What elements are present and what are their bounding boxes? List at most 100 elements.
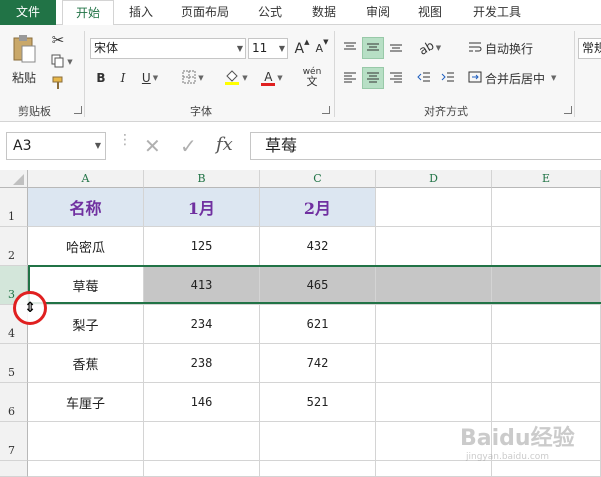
- cell-c1[interactable]: 2月: [260, 188, 376, 227]
- font-dialog-launcher[interactable]: [322, 106, 330, 114]
- cell-b6[interactable]: 146: [144, 383, 260, 422]
- row-header-8[interactable]: [0, 461, 28, 477]
- column-header-b[interactable]: B: [144, 170, 260, 188]
- align-bottom-button[interactable]: [386, 37, 406, 59]
- cell-e5[interactable]: [492, 344, 601, 383]
- borders-button[interactable]: ▼: [178, 68, 208, 88]
- cancel-icon[interactable]: ✕: [144, 134, 161, 158]
- align-middle-icon: [366, 41, 380, 56]
- tab-formulas[interactable]: 公式: [250, 0, 290, 25]
- phonetic-guide-button[interactable]: wén 文: [298, 65, 326, 89]
- tab-review[interactable]: 审阅: [358, 0, 398, 25]
- format-painter-button[interactable]: [48, 75, 68, 93]
- formula-input[interactable]: 草莓: [250, 132, 601, 160]
- ribbon-home: 粘贴 ✂ ▼ 剪贴板 宋体 ▼ 11 ▼ A ▲ A ▼ B I U ▼ ▼ ▼ A ▼…: [0, 25, 601, 122]
- paste-button[interactable]: 粘贴: [8, 31, 40, 89]
- column-header-d[interactable]: D: [376, 170, 492, 188]
- bold-button[interactable]: B: [92, 68, 110, 88]
- watermark: Baidu经验 jingyan.baidu.com: [460, 420, 575, 462]
- tab-page-layout[interactable]: 页面布局: [172, 0, 238, 25]
- align-right-button[interactable]: [386, 67, 406, 89]
- alignment-dialog-launcher[interactable]: [564, 106, 572, 114]
- tab-view[interactable]: 视图: [410, 0, 450, 25]
- cell-b5[interactable]: 238: [144, 344, 260, 383]
- cell-b4[interactable]: 234: [144, 305, 260, 344]
- cell-a3[interactable]: 草莓: [28, 266, 144, 305]
- decrease-font-size-button[interactable]: A ▼: [314, 38, 330, 59]
- font-family-select[interactable]: 宋体 ▼: [90, 38, 246, 59]
- cell-c6[interactable]: 521: [260, 383, 376, 422]
- cell-a2[interactable]: 哈密瓜: [28, 227, 144, 266]
- cell-b8[interactable]: [144, 461, 260, 477]
- copy-button[interactable]: ▼: [48, 53, 76, 71]
- cell-d6[interactable]: [376, 383, 492, 422]
- cell-e8[interactable]: [492, 461, 601, 477]
- chevron-down-icon: ▼: [236, 44, 243, 53]
- number-format-select[interactable]: 常规: [578, 38, 601, 59]
- cell-d2[interactable]: [376, 227, 492, 266]
- name-box[interactable]: A3 ▼: [6, 132, 106, 160]
- cell-a7[interactable]: [28, 422, 144, 461]
- align-top-button[interactable]: [340, 37, 360, 59]
- cell-d5[interactable]: [376, 344, 492, 383]
- row-header-1[interactable]: 1: [0, 188, 28, 227]
- watermark-sub: jingyan.baidu.com: [466, 452, 550, 462]
- insert-function-icon[interactable]: fx: [216, 134, 233, 155]
- cell-e6[interactable]: [492, 383, 601, 422]
- decrease-indent-button[interactable]: [414, 67, 434, 89]
- cell-d8[interactable]: [376, 461, 492, 477]
- cell-d4[interactable]: [376, 305, 492, 344]
- merge-center-button[interactable]: 合并后居中 ▼: [468, 67, 570, 89]
- row-header-5[interactable]: 5: [0, 344, 28, 383]
- increase-font-size-button[interactable]: A ▲: [294, 38, 310, 59]
- cell-b1[interactable]: 1月: [144, 188, 260, 227]
- enter-icon[interactable]: ✓: [180, 134, 197, 158]
- wrap-text-button[interactable]: 自动换行: [468, 37, 540, 59]
- align-center-button[interactable]: [362, 67, 384, 89]
- cell-b2[interactable]: 125: [144, 227, 260, 266]
- wrap-text-label: 自动换行: [485, 41, 534, 56]
- cell-c5[interactable]: 742: [260, 344, 376, 383]
- cell-e2[interactable]: [492, 227, 601, 266]
- tab-home[interactable]: 开始: [62, 0, 114, 26]
- align-left-button[interactable]: [340, 67, 360, 89]
- cell-c8[interactable]: [260, 461, 376, 477]
- cell-d1[interactable]: [376, 188, 492, 227]
- column-header-a[interactable]: A: [28, 170, 144, 188]
- orientation-button[interactable]: ab ▼: [414, 37, 446, 59]
- cut-button[interactable]: ✂: [48, 31, 68, 49]
- align-middle-button[interactable]: [362, 37, 384, 59]
- cell-e3[interactable]: [492, 266, 601, 305]
- tab-file[interactable]: 文件: [0, 0, 56, 25]
- increase-indent-button[interactable]: [438, 67, 458, 89]
- cell-b3[interactable]: 413: [144, 266, 260, 305]
- row-header-2[interactable]: 2: [0, 227, 28, 266]
- font-color-button[interactable]: A ▼: [256, 68, 288, 88]
- underline-button[interactable]: U ▼: [136, 68, 164, 88]
- cell-c3[interactable]: 465: [260, 266, 376, 305]
- cell-d3[interactable]: [376, 266, 492, 305]
- cell-a6[interactable]: 车厘子: [28, 383, 144, 422]
- row-header-6[interactable]: 6: [0, 383, 28, 422]
- font-color-swatch: [261, 82, 276, 86]
- cell-a1[interactable]: 名称: [28, 188, 144, 227]
- cell-b7[interactable]: [144, 422, 260, 461]
- tab-developer[interactable]: 开发工具: [464, 0, 530, 25]
- cell-a5[interactable]: 香蕉: [28, 344, 144, 383]
- cell-e4[interactable]: [492, 305, 601, 344]
- cell-c4[interactable]: 621: [260, 305, 376, 344]
- tab-insert[interactable]: 插入: [118, 0, 164, 25]
- column-header-c[interactable]: C: [260, 170, 376, 188]
- font-size-select[interactable]: 11 ▼: [248, 38, 288, 59]
- cell-c7[interactable]: [260, 422, 376, 461]
- fill-color-button[interactable]: ▼: [220, 68, 252, 88]
- select-all-corner[interactable]: [0, 170, 28, 188]
- cell-e1[interactable]: [492, 188, 601, 227]
- cell-a8[interactable]: [28, 461, 144, 477]
- row-header-7[interactable]: 7: [0, 422, 28, 461]
- tab-data[interactable]: 数据: [304, 0, 344, 25]
- cell-c2[interactable]: 432: [260, 227, 376, 266]
- column-header-e[interactable]: E: [492, 170, 601, 188]
- italic-button[interactable]: I: [114, 68, 132, 88]
- clipboard-dialog-launcher[interactable]: [74, 106, 82, 114]
